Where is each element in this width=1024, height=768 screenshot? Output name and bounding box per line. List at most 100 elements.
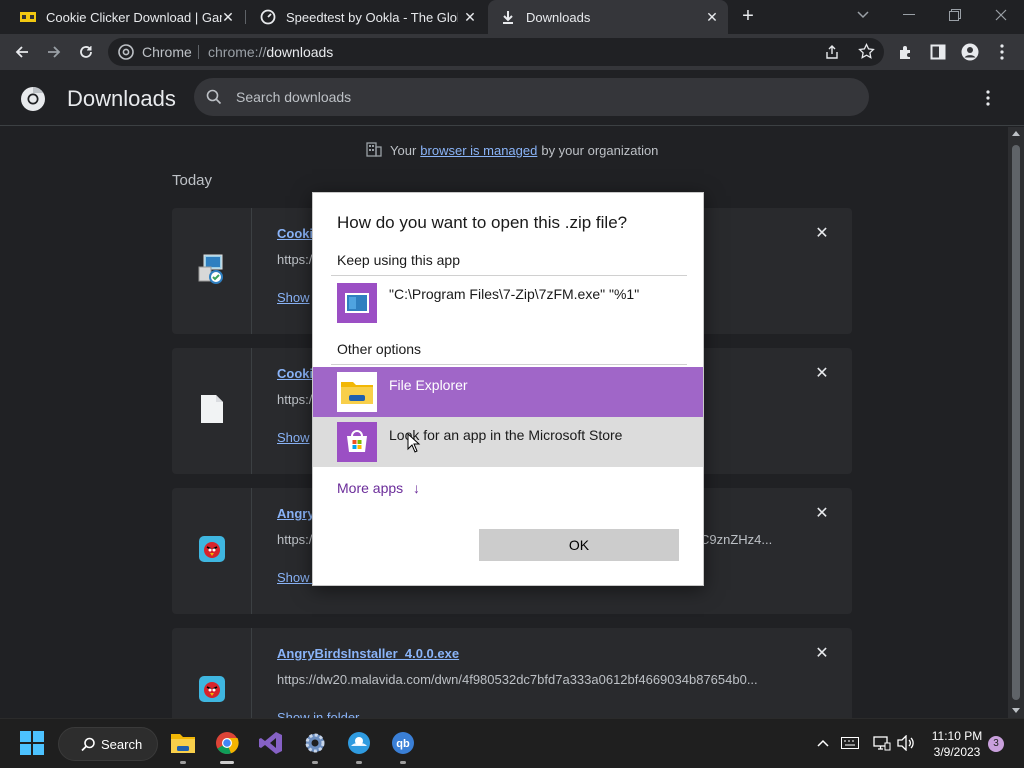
managed-prefix: Your [390, 143, 417, 158]
clock-time: 11:10 PM [931, 729, 983, 743]
download-file-name[interactable]: Angry [277, 506, 315, 521]
browser-menu-kebab-icon[interactable] [988, 38, 1016, 66]
tab-strip: Cookie Clicker Download | Game ✕ Speedte… [0, 0, 1024, 34]
scroll-up-arrow-icon[interactable] [1012, 131, 1020, 136]
browser-toolbar: Chrome chrome://downloads [0, 34, 1024, 70]
search-downloads-input[interactable]: Search downloads [194, 78, 869, 116]
tab-downloads[interactable]: Downloads ✕ [488, 0, 728, 34]
arrow-down-icon: ↓ [413, 480, 421, 496]
remove-download-close-icon[interactable]: ✕ [812, 504, 832, 524]
extensions-puzzle-icon[interactable] [892, 38, 920, 66]
new-tab-plus-icon[interactable]: + [737, 6, 759, 28]
show-in-folder-link[interactable]: Show [277, 430, 310, 445]
tab-close-icon[interactable]: ✕ [704, 9, 720, 25]
close-window-icon[interactable] [978, 0, 1024, 30]
scroll-down-arrow-icon[interactable] [1012, 708, 1020, 713]
active-indicator [220, 761, 234, 764]
taskbar-search-label: Search [101, 737, 143, 752]
file-explorer-label: File Explorer [389, 377, 468, 393]
current-app-option[interactable]: "C:\Program Files\7-Zip\7zFM.exe" "%1" [313, 278, 703, 328]
ok-button[interactable]: OK [479, 529, 679, 561]
section-divider [331, 364, 687, 365]
download-item-icon-column [172, 488, 252, 614]
notification-badge[interactable]: 3 [988, 736, 1004, 752]
show-hidden-icons-chevron-icon[interactable] [813, 733, 833, 753]
url-path: downloads [266, 44, 334, 60]
scrollbar-thumb[interactable] [1012, 145, 1020, 700]
microsoft-store-label: Look for an app in the Microsoft Store [389, 427, 623, 443]
browser-managed-link[interactable]: browser is managed [420, 143, 537, 158]
show-in-folder-link[interactable]: Show in folder [277, 710, 359, 718]
windows-start-icon[interactable] [18, 729, 46, 757]
omnibox-divider [198, 45, 199, 59]
network-icon[interactable] [872, 733, 892, 753]
bookmark-star-icon[interactable] [858, 42, 875, 65]
managed-suffix: by your organization [541, 143, 659, 158]
more-apps-label: More apps [337, 480, 404, 496]
remove-download-close-icon[interactable]: ✕ [812, 224, 832, 244]
page-scrollbar[interactable] [1008, 127, 1024, 718]
reload-icon [80, 46, 92, 58]
app-taskbar-icon[interactable] [345, 729, 373, 757]
managed-notice: Your browser is managed by your organiza… [366, 141, 658, 160]
taskbar-search-button[interactable]: Search [58, 727, 158, 761]
microsoft-store-icon [337, 422, 377, 462]
taskbar-clock[interactable]: 11:10 PM 3/9/2023 [928, 728, 986, 760]
file-explorer-option[interactable]: File Explorer [313, 367, 703, 417]
qbittorrent-taskbar-icon[interactable]: qb [389, 729, 417, 757]
search-icon [206, 89, 222, 110]
download-item: AngryBirdsInstaller_4.0.0.exe https://dw… [172, 628, 852, 718]
current-app-command: "C:\Program Files\7-Zip\7zFM.exe" "%1" [389, 286, 640, 302]
download-favicon-icon [500, 9, 516, 25]
microsoft-store-option[interactable]: Look for an app in the Microsoft Store [313, 417, 703, 467]
speedtest-favicon-icon [260, 9, 276, 25]
remove-download-close-icon[interactable]: ✕ [812, 364, 832, 384]
file-explorer-taskbar-icon[interactable] [169, 729, 197, 757]
angry-birds-icon [198, 675, 225, 707]
show-in-folder-link[interactable]: Show [277, 290, 310, 305]
visual-studio-taskbar-icon[interactable] [257, 729, 285, 757]
other-options-label: Other options [337, 341, 422, 357]
site-label: Chrome [142, 44, 192, 60]
volume-icon[interactable] [896, 733, 916, 753]
share-icon[interactable] [824, 44, 840, 65]
forward-arrow-icon [48, 46, 61, 58]
side-panel-icon[interactable] [924, 38, 952, 66]
running-indicator [180, 761, 186, 764]
downloads-menu-kebab-icon[interactable] [986, 90, 990, 111]
forward-button[interactable] [40, 38, 68, 66]
back-button[interactable] [8, 38, 36, 66]
open-with-dialog: How do you want to open this .zip file? … [312, 192, 704, 586]
download-item-icon-column [172, 628, 252, 718]
settings-gear-taskbar-icon[interactable] [301, 729, 329, 757]
clock-date: 3/9/2023 [933, 745, 981, 759]
tab-close-icon[interactable]: ✕ [220, 9, 236, 25]
url-scheme: chrome:// [208, 44, 267, 60]
tab-cookie-clicker[interactable]: Cookie Clicker Download | Game ✕ [0, 0, 244, 34]
running-indicator [356, 761, 362, 764]
remove-download-close-icon[interactable]: ✕ [812, 644, 832, 664]
more-apps-link[interactable]: More apps ↓ [337, 480, 420, 496]
restore-icon[interactable] [932, 0, 978, 30]
download-file-name[interactable]: AngryBirdsInstaller_4.0.0.exe [277, 646, 459, 661]
back-arrow-icon [15, 46, 28, 58]
tab-close-icon[interactable]: ✕ [462, 9, 478, 25]
file-icon [200, 394, 224, 429]
running-indicator [312, 761, 318, 764]
chrome-logo-icon [20, 86, 46, 117]
url-text: chrome://downloads [208, 44, 333, 60]
keyboard-icon[interactable] [840, 733, 860, 753]
reload-button[interactable] [72, 38, 100, 66]
building-icon [366, 141, 382, 160]
profile-avatar-icon[interactable] [956, 38, 984, 66]
tab-title: Speedtest by Ookla - The Global [286, 9, 458, 25]
installer-icon [196, 253, 228, 290]
address-bar[interactable]: Chrome chrome://downloads [108, 38, 884, 66]
keep-using-label: Keep using this app [337, 252, 460, 268]
tab-speedtest[interactable]: Speedtest by Ookla - The Global ✕ [246, 0, 486, 34]
tab-search-chevron-icon[interactable] [840, 0, 886, 30]
date-group-heading: Today [172, 172, 213, 189]
chrome-taskbar-icon[interactable] [213, 729, 241, 757]
cookie-clicker-favicon-icon [20, 9, 36, 25]
minimize-icon[interactable] [886, 0, 932, 30]
